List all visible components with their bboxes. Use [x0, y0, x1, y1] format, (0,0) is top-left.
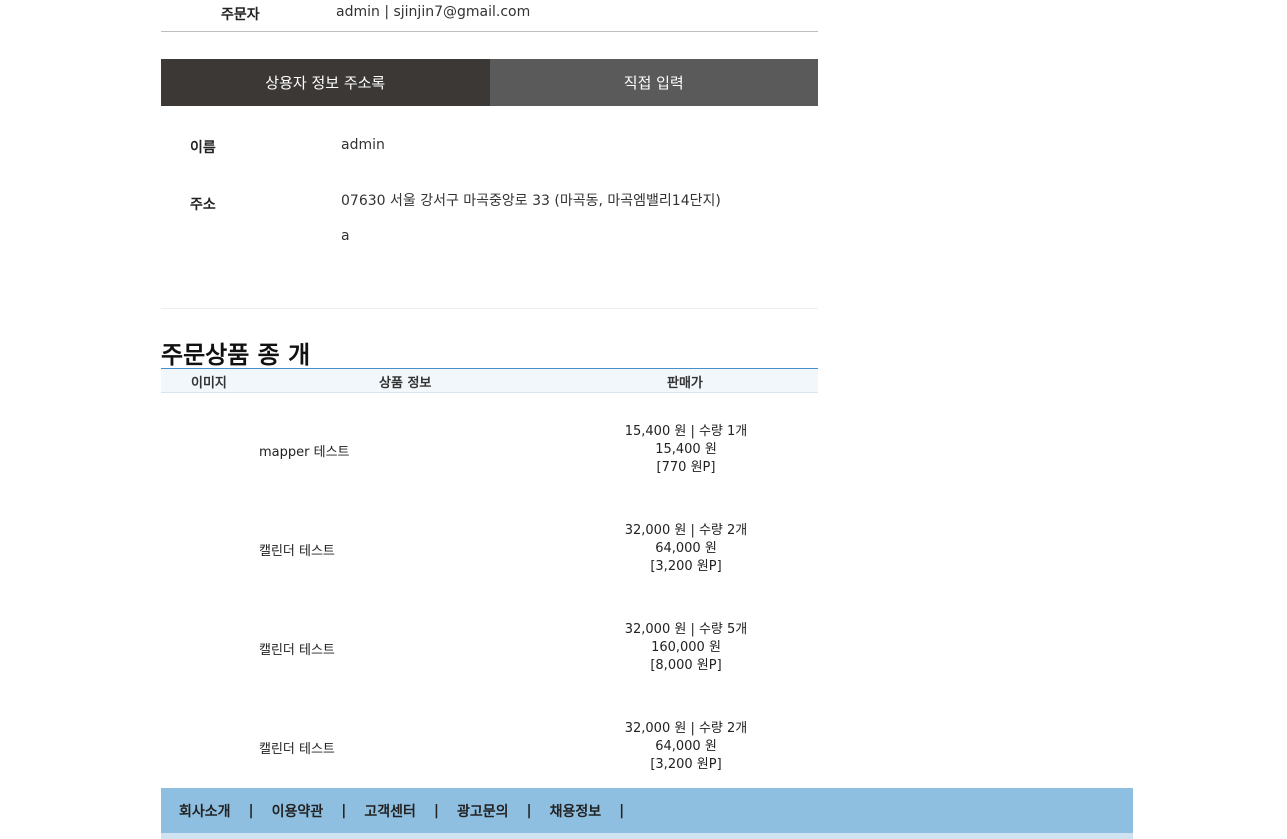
footer-link-advertising[interactable]: 광고문의 [439, 801, 509, 821]
product-table-header: 이미지 상품 정보 판매가 [161, 368, 818, 393]
table-row: 캘린더 테스트 32,000 원 | 수량 5개 160,000 원 [8,00… [161, 599, 818, 698]
product-price: 15,400 원 | 수량 1개 15,400 원 [770 원P] [581, 423, 791, 477]
header-image: 이미지 [191, 376, 227, 391]
footer-separator: | [433, 802, 439, 819]
product-price: 32,000 원 | 수량 5개 160,000 원 [8,000 원P] [581, 621, 791, 675]
header-price: 판매가 [667, 376, 703, 391]
product-price: 32,000 원 | 수량 2개 64,000 원 [3,200 원P] [581, 522, 791, 576]
header-product-info: 상품 정보 [379, 376, 432, 391]
footer-separator: | [248, 802, 254, 819]
reward-points: [770 원P] [656, 460, 716, 475]
footer-link-company[interactable]: 회사소개 [161, 801, 231, 821]
name-value: admin [341, 137, 385, 153]
address-line2: a [341, 228, 350, 244]
footer-separator: | [619, 802, 625, 819]
footer-link-careers[interactable]: 채용정보 [532, 801, 602, 821]
orderer-value: admin | sjinjin7@gmail.com [336, 4, 531, 20]
total-price: 64,000 원 [655, 541, 717, 556]
footer-separator: | [526, 802, 532, 819]
unit-price-qty: 32,000 원 | 수량 5개 [624, 622, 748, 637]
footer-link-support[interactable]: 고객센터 [346, 801, 416, 821]
orderer-label: 주문자 [221, 7, 260, 23]
unit-price-qty: 32,000 원 | 수량 2개 [624, 523, 748, 538]
order-page: 주문자 admin | sjinjin7@gmail.com 상용자 정보 주소… [0, 0, 1287, 839]
footer-bottom-strip [161, 833, 1133, 839]
unit-price-qty: 32,000 원 | 수량 2개 [624, 721, 748, 736]
tab-direct-input[interactable]: 직접 입력 [489, 59, 818, 106]
address-tabs: 상용자 정보 주소록 직접 입력 [161, 59, 818, 106]
footer-link-terms[interactable]: 이용약관 [254, 801, 324, 821]
product-name[interactable]: mapper 테스트 [259, 441, 350, 460]
receiver-info: 이름 admin 주소 07630 서울 강서구 마곡중앙로 33 (마곡동, … [161, 106, 818, 309]
tab-address-book[interactable]: 상용자 정보 주소록 [161, 59, 490, 106]
total-price: 15,400 원 [655, 442, 717, 457]
product-name[interactable]: 캘린더 테스트 [259, 639, 335, 658]
table-row: 캘린더 테스트 32,000 원 | 수량 2개 64,000 원 [3,200… [161, 698, 818, 797]
product-name[interactable]: 캘린더 테스트 [259, 738, 335, 757]
reward-points: [8,000 원P] [650, 658, 722, 673]
orderer-row: 주문자 admin | sjinjin7@gmail.com [161, 0, 818, 32]
table-row: mapper 테스트 15,400 원 | 수량 1개 15,400 원 [77… [161, 401, 818, 500]
product-price: 32,000 원 | 수량 2개 64,000 원 [3,200 원P] [581, 720, 791, 774]
order-items-title: 주문상품 종 개 [161, 341, 311, 369]
total-price: 160,000 원 [651, 640, 721, 655]
name-label: 이름 [190, 140, 216, 156]
unit-price-qty: 15,400 원 | 수량 1개 [624, 424, 748, 439]
address-label: 주소 [190, 197, 216, 213]
reward-points: [3,200 원P] [650, 757, 722, 772]
table-row: 캘린더 테스트 32,000 원 | 수량 2개 64,000 원 [3,200… [161, 500, 818, 599]
reward-points: [3,200 원P] [650, 559, 722, 574]
footer-nav: 회사소개 | 이용약관 | 고객센터 | 광고문의 | 채용정보 | [161, 788, 1133, 833]
address-line1: 07630 서울 강서구 마곡중앙로 33 (마곡동, 마곡엠밸리14단지) [341, 193, 721, 209]
footer-separator: | [341, 802, 347, 819]
total-price: 64,000 원 [655, 739, 717, 754]
product-name[interactable]: 캘린더 테스트 [259, 540, 335, 559]
